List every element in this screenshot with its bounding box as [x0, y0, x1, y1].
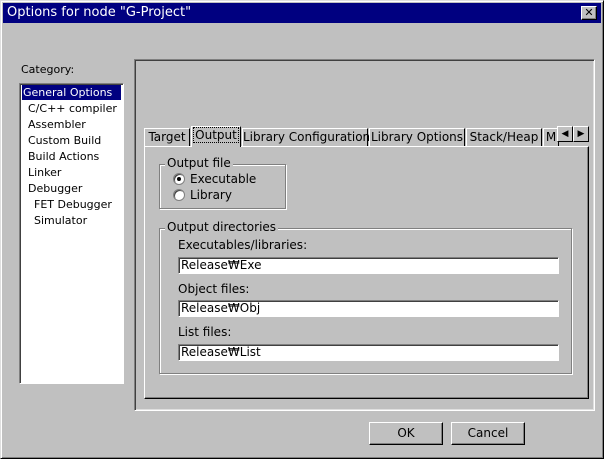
list-files-label: List files:	[178, 325, 232, 339]
category-item-debugger[interactable]: Debugger	[22, 181, 82, 196]
object-files-input[interactable]: Release₩Obj	[178, 300, 559, 317]
output-dirs-group-label: Output directories	[165, 220, 279, 234]
category-item-fet-debugger[interactable]: FET Debugger	[22, 197, 112, 212]
tab-library-options-label: Library Options	[370, 130, 464, 144]
radio-selected-dot	[177, 177, 181, 181]
tab-scroll-arrows: ◀ ▶	[557, 126, 589, 142]
tab-more-label: M	[545, 130, 557, 144]
tab-library-options[interactable]: Library Options	[369, 128, 465, 146]
category-item-c-compiler[interactable]: C/C++ compiler	[22, 101, 117, 116]
cancel-button[interactable]: Cancel	[451, 422, 525, 445]
window-title: Options for node "G-Project"	[7, 5, 192, 20]
radio-executable-button[interactable]	[173, 173, 185, 185]
object-files-label: Object files:	[178, 282, 250, 296]
tab-target-label: Target	[148, 130, 186, 144]
category-item-simulator[interactable]: Simulator	[22, 213, 87, 228]
close-button[interactable]: ✕	[581, 6, 597, 20]
tab-scroll-left-button[interactable]: ◀	[557, 126, 573, 142]
executables-libraries-input[interactable]: Release₩Exe	[178, 257, 559, 274]
category-item-custom-build[interactable]: Custom Build	[22, 133, 101, 148]
list-files-input[interactable]: Release₩List	[178, 344, 559, 361]
radio-library-label: Library	[190, 188, 232, 202]
category-item-build-actions[interactable]: Build Actions	[22, 149, 99, 164]
tab-scroll-right-button[interactable]: ▶	[573, 126, 589, 142]
radio-executable[interactable]: Executable	[173, 171, 256, 187]
category-list[interactable]: General Options C/C++ compiler Assembler…	[19, 83, 124, 384]
tab-stack-heap-label: Stack/Heap	[469, 130, 539, 144]
close-icon: ✕	[584, 6, 594, 19]
tab-library-configuration[interactable]: Library Configuration	[242, 128, 371, 146]
tab-output[interactable]: Output	[191, 126, 241, 147]
category-item-assembler[interactable]: Assembler	[22, 117, 86, 132]
executables-libraries-label: Executables/libraries:	[178, 238, 308, 252]
tab-strip: Target Output Library Configuration Libr…	[144, 126, 589, 147]
options-dialog: Options for node "G-Project" ✕ Category:…	[0, 0, 604, 459]
radio-library-button[interactable]	[173, 189, 185, 201]
tab-target[interactable]: Target	[144, 128, 190, 146]
left-arrow-icon: ◀	[561, 129, 569, 139]
category-item-general-options[interactable]: General Options	[22, 85, 121, 100]
right-arrow-icon: ▶	[577, 129, 585, 139]
tab-stack-heap[interactable]: Stack/Heap	[466, 128, 542, 146]
tab-library-configuration-label: Library Configuration	[243, 130, 371, 144]
radio-library[interactable]: Library	[173, 187, 232, 203]
tab-output-label: Output	[193, 127, 239, 143]
output-file-group-label: Output file	[165, 156, 233, 170]
category-item-linker[interactable]: Linker	[22, 165, 61, 180]
radio-executable-label: Executable	[190, 172, 257, 186]
ok-button[interactable]: OK	[369, 422, 443, 445]
title-bar[interactable]: Options for node "G-Project" ✕	[3, 3, 601, 23]
category-label: Category:	[21, 63, 75, 76]
